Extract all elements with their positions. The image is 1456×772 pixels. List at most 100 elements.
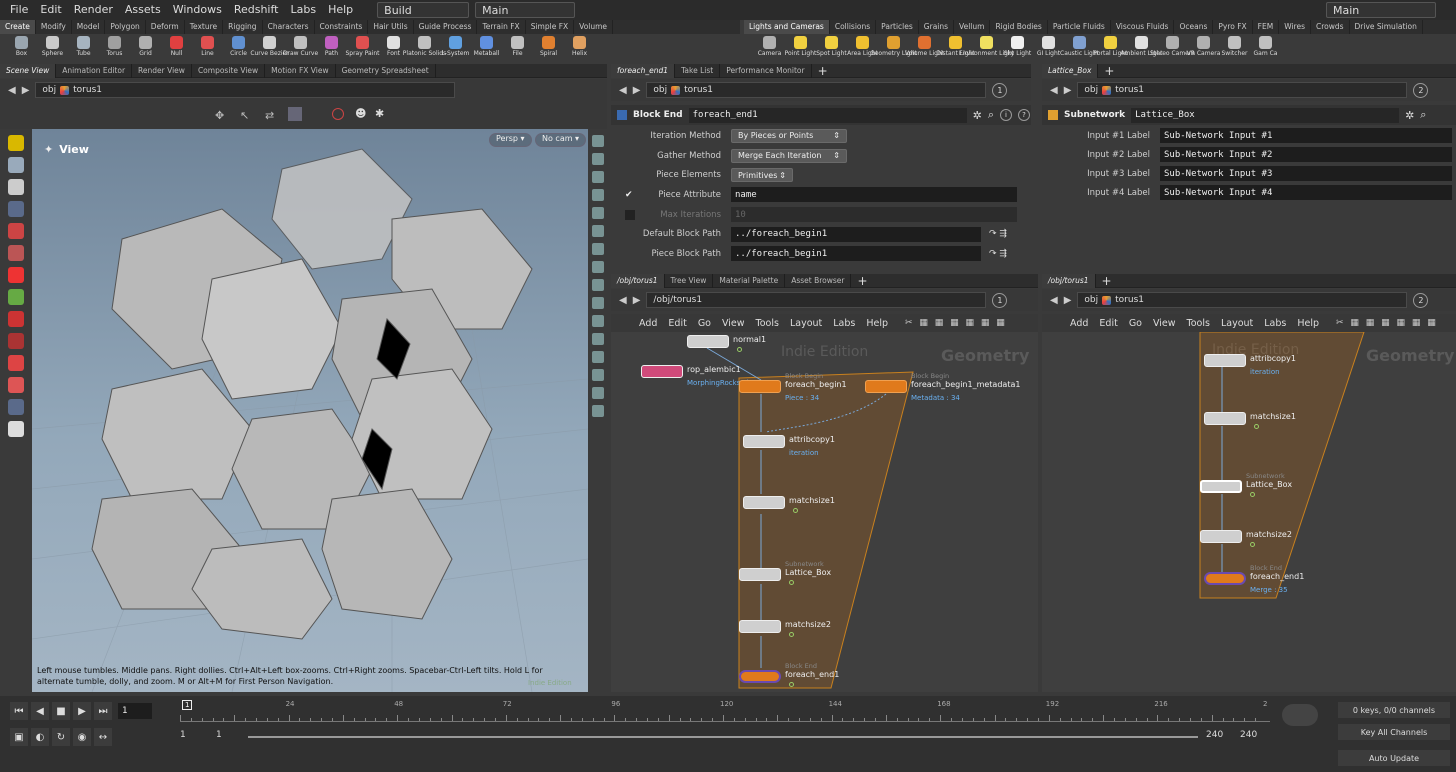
display-toggle-icon[interactable] — [591, 153, 604, 165]
3d-viewport[interactable]: ✦ View Persp ▾ No cam ▾ Left mouse tumbl… — [32, 129, 588, 692]
forward-arrow-icon[interactable]: ▶ — [1064, 295, 1072, 306]
shelf-tab-vellum[interactable]: Vellum — [954, 20, 991, 34]
lock-tool-icon[interactable] — [8, 201, 24, 217]
parm-dropdown[interactable]: By Pieces or Points ⇕ — [731, 128, 847, 143]
shelf-tab-fem[interactable]: FEM — [1253, 20, 1280, 34]
desktop-selector[interactable]: Build — [377, 2, 470, 18]
magnet4-tool-icon[interactable] — [8, 377, 24, 393]
net-mid-path-field[interactable]: /obj/torus1 — [646, 292, 987, 308]
shelf-tool-helix[interactable]: Helix — [564, 34, 595, 57]
shelf-tab-particles[interactable]: Particles — [876, 20, 919, 34]
parm-checkbox[interactable] — [625, 131, 635, 141]
node-tile[interactable] — [1204, 572, 1246, 585]
parm-field[interactable]: 10 — [731, 207, 1017, 223]
net-menu-tools[interactable]: Tools — [1187, 318, 1210, 329]
parm-field[interactable]: ../foreach_begin1 — [731, 246, 981, 262]
net-menu-tools[interactable]: Tools — [756, 318, 779, 329]
menu-file[interactable]: File — [4, 0, 34, 20]
node-name-field[interactable]: foreach_end1 — [688, 107, 967, 123]
net-menu-labs[interactable]: Labs — [833, 318, 855, 329]
net-menu-view[interactable]: View — [722, 318, 745, 329]
node-name-field[interactable]: Lattice_Box — [1131, 107, 1400, 123]
pane-tab-geometry-spreadsheet[interactable]: Geometry Spreadsheet — [336, 63, 436, 78]
display-toggle-icon[interactable] — [591, 333, 604, 345]
pane-tab-lattice-box[interactable]: Lattice_Box — [1042, 63, 1099, 78]
shelf-tool-file[interactable]: File — [502, 34, 533, 57]
parm-checkbox[interactable] — [625, 151, 635, 161]
rotate-tool-icon[interactable] — [8, 267, 24, 283]
pane-tab-obj-torus1[interactable]: /obj/torus1 — [1042, 273, 1096, 288]
search-icon[interactable]: ⌕ — [1420, 108, 1426, 122]
node-matchsize1[interactable]: matchsize1 — [1204, 412, 1296, 429]
jump-icon[interactable]: ↷ ⇶ — [989, 249, 1007, 259]
play-icon[interactable]: ▶ — [73, 702, 91, 720]
node-normal1[interactable]: normal1 — [687, 335, 766, 352]
pane-tab-motion-fx-view[interactable]: Motion FX View — [265, 63, 336, 78]
display-toggle-icon[interactable] — [591, 225, 604, 237]
select-tool-icon[interactable] — [8, 135, 24, 151]
shelf-tab-drive-simulation[interactable]: Drive Simulation — [1350, 20, 1423, 34]
pointer-tool-icon[interactable] — [8, 179, 24, 195]
menu-windows[interactable]: Windows — [167, 0, 228, 20]
shelf-tool-curve-bezier[interactable]: Curve Bezier — [250, 34, 289, 57]
params-mid-path-field[interactable]: obj torus1 — [646, 82, 987, 98]
parm-checkbox[interactable] — [625, 229, 635, 239]
shelf-tool-box[interactable]: Box — [6, 34, 37, 57]
node-tile[interactable] — [739, 380, 781, 393]
loop-icon[interactable]: ↻ — [52, 728, 70, 746]
shelf-tool-gam-ca[interactable]: Gam Ca — [1250, 34, 1281, 57]
node-tile[interactable] — [739, 568, 781, 581]
pane-tab-animation-editor[interactable]: Animation Editor — [56, 63, 133, 78]
net-menu-view[interactable]: View — [1153, 318, 1176, 329]
shelf-tab-volume[interactable]: Volume — [574, 20, 614, 34]
back-arrow-icon[interactable]: ◀ — [619, 85, 627, 96]
shelf-tab-modify[interactable]: Modify — [36, 20, 72, 34]
add-tab-icon[interactable]: + — [851, 274, 873, 288]
back-arrow-icon[interactable]: ◀ — [1050, 85, 1058, 96]
net-menu-go[interactable]: Go — [1129, 318, 1142, 329]
node-matchsize1[interactable]: matchsize1 — [743, 496, 835, 513]
node-tile[interactable] — [1204, 412, 1246, 425]
view-tool-icon[interactable] — [8, 399, 24, 415]
shelf-tab-lights-and-cameras[interactable]: Lights and Cameras — [744, 20, 830, 34]
forward-arrow-icon[interactable]: ▶ — [1064, 85, 1072, 96]
pane-tab-scene-view[interactable]: Scene View — [0, 63, 57, 78]
add-tab-icon[interactable]: + — [812, 64, 834, 78]
node-foreach-end1[interactable]: Block End foreach_end1 Merge : 35 — [1204, 564, 1304, 594]
parm-dropdown[interactable]: Merge Each Iteration ⇕ — [731, 148, 847, 163]
shelf-tab-pyro-fx[interactable]: Pyro FX — [1213, 20, 1253, 34]
timeline-ruler[interactable]: 1 24 48 72 96 120 144 168 192 216 2 — [180, 700, 1270, 722]
pane-tab-tree-view[interactable]: Tree View — [665, 273, 714, 288]
net-menu-go[interactable]: Go — [698, 318, 711, 329]
shelf-tool-tube[interactable]: Tube — [68, 34, 99, 57]
shelf-tool-sphere[interactable]: Sphere — [37, 34, 68, 57]
node-tile[interactable] — [739, 670, 781, 683]
net-menu-help[interactable]: Help — [1297, 318, 1319, 329]
net-menu-edit[interactable]: Edit — [668, 318, 686, 329]
display-toggle-icon[interactable] — [591, 171, 604, 183]
shelf-tool-camera[interactable]: Camera — [754, 34, 785, 57]
display-toggle-icon[interactable] — [591, 189, 604, 201]
parm-field[interactable]: name — [731, 187, 1017, 203]
move-tool-icon[interactable] — [8, 157, 24, 173]
parm-field[interactable]: ../foreach_begin1 — [731, 226, 981, 242]
display-toggle-icon[interactable] — [591, 387, 604, 399]
node-tile[interactable] — [743, 496, 785, 509]
node-tile[interactable] — [1200, 480, 1242, 493]
shelf-tool-path[interactable]: Path — [316, 34, 347, 57]
parm-field[interactable]: Sub-Network Input #2 — [1160, 147, 1452, 162]
node-tile[interactable] — [1204, 354, 1246, 367]
shelf-tab-guide-process[interactable]: Guide Process — [414, 20, 478, 34]
persp-menu[interactable]: Persp ▾ — [489, 133, 532, 147]
parm-field[interactable]: Sub-Network Input #1 — [1160, 128, 1452, 143]
shelf-tool-stereo-camera[interactable]: Stereo Camera — [1150, 34, 1195, 57]
menu-labs[interactable]: Labs — [284, 0, 322, 20]
shelf-tab-wires[interactable]: Wires — [1279, 20, 1311, 34]
shelf-tool-null[interactable]: Null — [161, 34, 192, 57]
menu-redshift[interactable]: Redshift — [228, 0, 285, 20]
shelf-tab-characters[interactable]: Characters — [263, 20, 315, 34]
node-tile[interactable] — [687, 335, 729, 348]
pane-tab-obj-torus1[interactable]: /obj/torus1 — [611, 273, 665, 288]
shelf-tool-vr-camera[interactable]: VR Camera — [1187, 34, 1220, 57]
jump-icon[interactable]: ↷ ⇶ — [989, 229, 1007, 239]
